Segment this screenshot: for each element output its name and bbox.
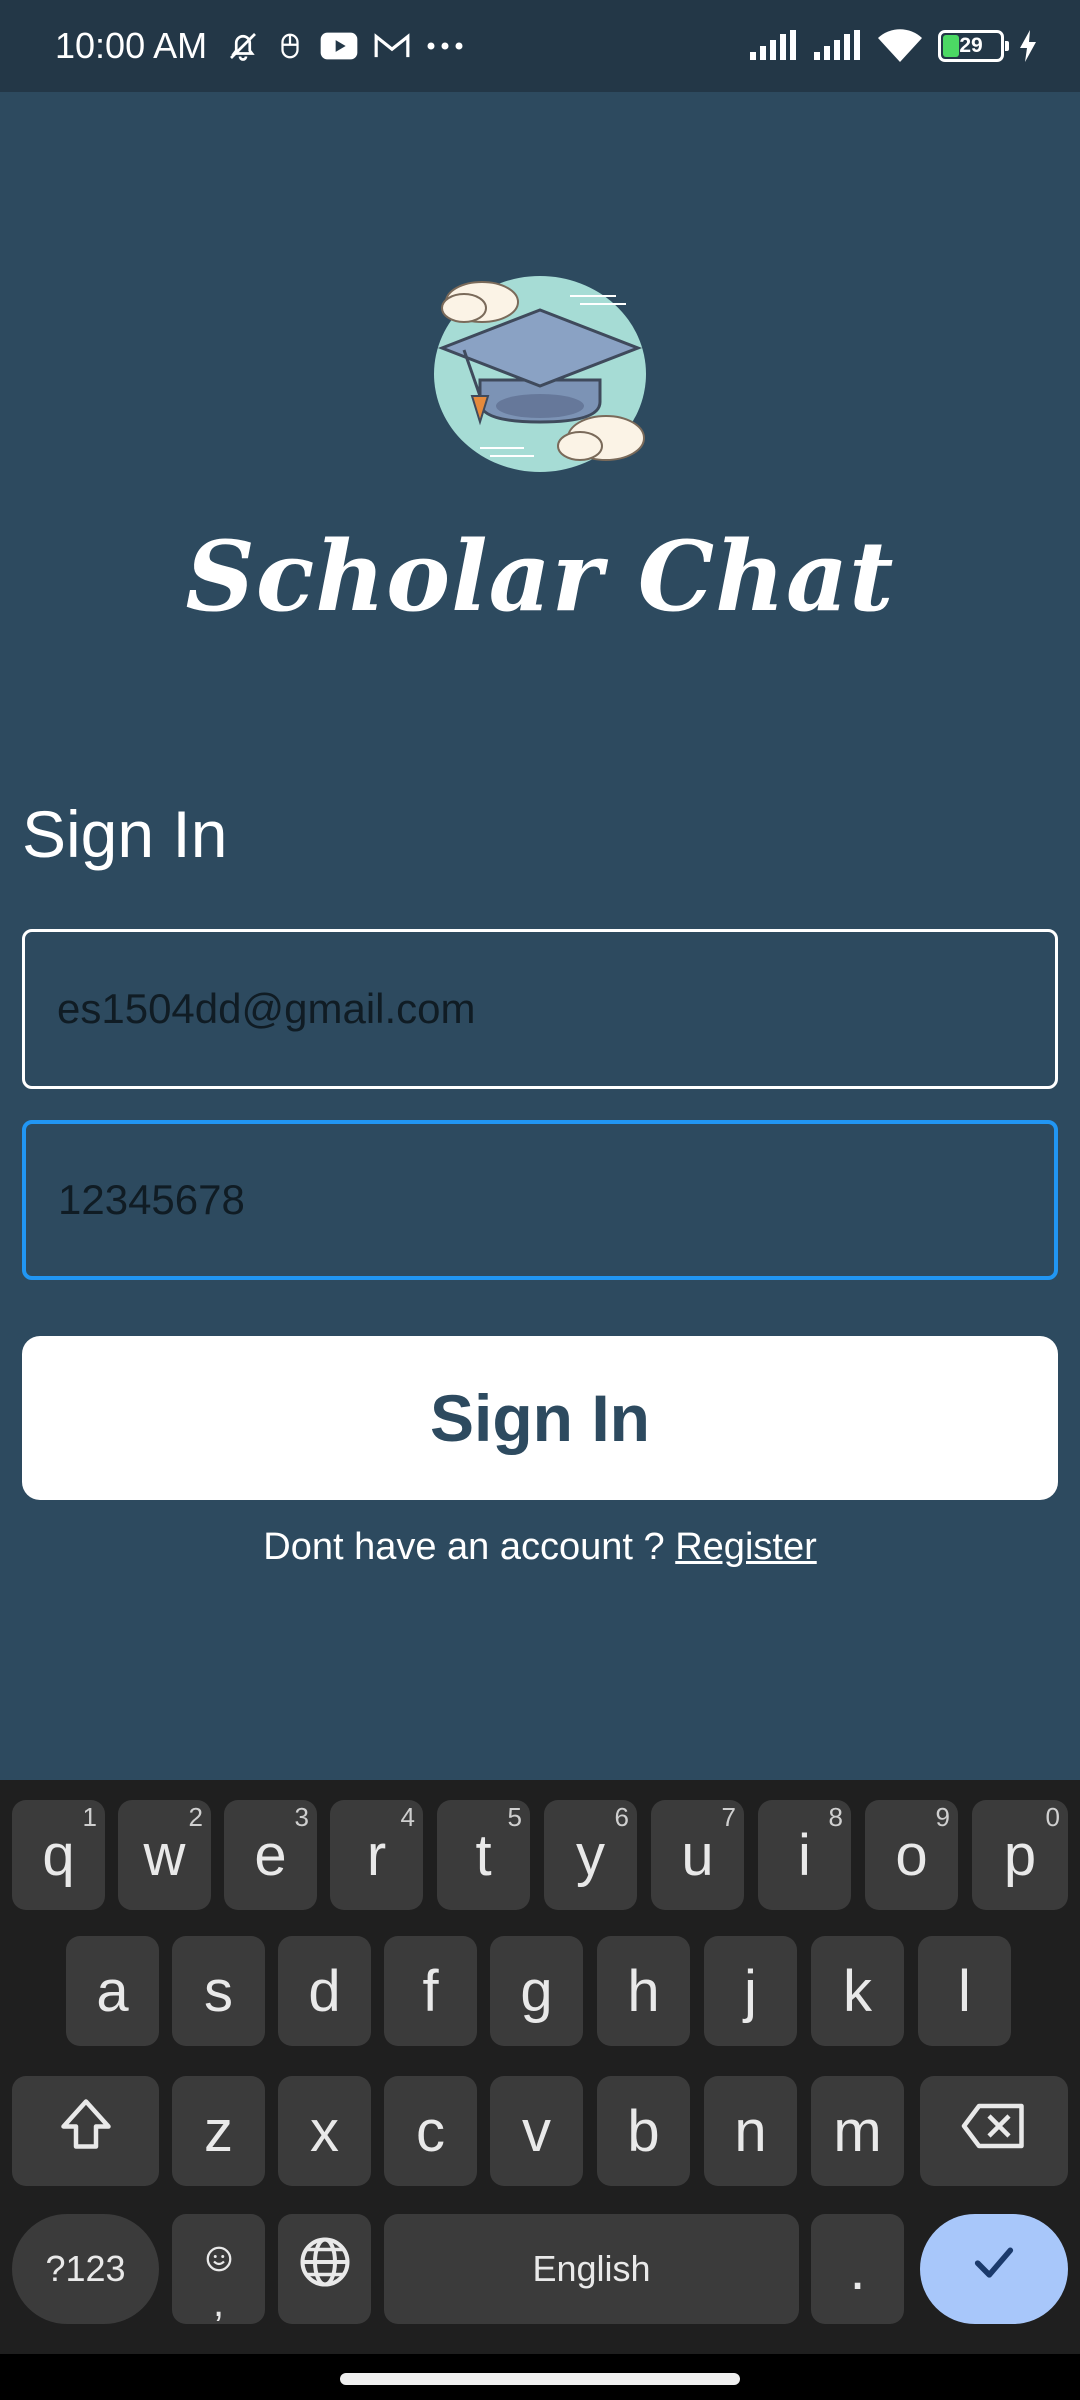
app-title: Scholar Chat <box>185 520 895 633</box>
enter-key[interactable] <box>920 2214 1068 2324</box>
key-y[interactable]: y6 <box>544 1800 637 1910</box>
globe-icon <box>295 2232 355 2306</box>
gmail-icon <box>373 31 411 61</box>
status-time: 10:00 AM <box>55 25 208 66</box>
wifi-icon <box>876 28 924 64</box>
key-a[interactable]: a <box>66 1936 159 2046</box>
signal-icon <box>748 30 798 62</box>
key-c[interactable]: c <box>384 2076 477 2186</box>
battery-fill <box>943 35 959 57</box>
password-field[interactable]: 12345678 <box>22 1120 1058 1280</box>
key-d[interactable]: d <box>278 1936 371 2046</box>
signal-icon <box>812 30 862 62</box>
nav-bar <box>0 2354 1080 2400</box>
status-right: 29 <box>748 28 1038 64</box>
password-value: 12345678 <box>58 1176 245 1223</box>
register-prompt: Dont have an account ? <box>263 1526 665 1568</box>
status-left: 10:00 AM <box>55 25 465 67</box>
shift-icon <box>56 2094 116 2168</box>
keyboard: q1 w2 e3 r4 t5 y6 u7 i8 o9 p0 a s d f g … <box>0 1780 1080 2354</box>
key-q[interactable]: q1 <box>12 1800 105 1910</box>
key-j[interactable]: j <box>704 1936 797 2046</box>
key-s[interactable]: s <box>172 1936 265 2046</box>
key-n[interactable]: n <box>704 2076 797 2186</box>
space-key[interactable]: English <box>384 2214 799 2324</box>
key-p[interactable]: p0 <box>972 1800 1068 1910</box>
more-icon <box>425 40 465 52</box>
key-e[interactable]: e3 <box>224 1800 317 1910</box>
emoji-icon <box>204 2221 234 2288</box>
key-b[interactable]: b <box>597 2076 690 2186</box>
battery-level: 29 <box>959 34 983 57</box>
key-r[interactable]: r4 <box>330 1800 423 1910</box>
key-i[interactable]: i8 <box>758 1800 851 1910</box>
key-w[interactable]: w2 <box>118 1800 211 1910</box>
key-u[interactable]: u7 <box>651 1800 744 1910</box>
backspace-key[interactable] <box>920 2076 1068 2186</box>
battery-icon: 29 <box>938 30 1009 62</box>
key-f[interactable]: f <box>384 1936 477 2046</box>
graduation-cap-icon <box>420 262 660 482</box>
signin-heading: Sign In <box>22 797 228 871</box>
mouse-icon <box>275 29 305 63</box>
symbols-key[interactable]: ?123 <box>12 2214 159 2324</box>
key-x[interactable]: x <box>278 2076 371 2186</box>
youtube-icon <box>319 31 359 61</box>
language-key[interactable] <box>278 2214 371 2324</box>
key-o[interactable]: o9 <box>865 1800 958 1910</box>
email-field[interactable]: es1504dd@gmail.com <box>22 929 1058 1089</box>
shift-key[interactable] <box>12 2076 159 2186</box>
register-line: Dont have an account ? Register <box>0 1526 1080 1569</box>
checkmark-icon <box>966 2234 1022 2304</box>
emoji-comma-key[interactable]: , <box>172 2214 265 2324</box>
key-l[interactable]: l <box>918 1936 1011 2046</box>
period-key[interactable]: . <box>811 2214 904 2324</box>
email-value: es1504dd@gmail.com <box>57 985 476 1032</box>
key-g[interactable]: g <box>490 1936 583 2046</box>
home-indicator[interactable] <box>340 2373 740 2385</box>
backspace-icon <box>959 2098 1029 2165</box>
key-v[interactable]: v <box>490 2076 583 2186</box>
charging-icon <box>1018 30 1038 62</box>
bell-off-icon <box>225 28 261 64</box>
status-bar: 10:00 AM 29 <box>0 0 1080 92</box>
key-k[interactable]: k <box>811 1936 904 2046</box>
key-h[interactable]: h <box>597 1936 690 2046</box>
signin-button[interactable]: Sign In <box>22 1336 1058 1500</box>
key-m[interactable]: m <box>811 2076 904 2186</box>
key-z[interactable]: z <box>172 2076 265 2186</box>
comma-label: , <box>212 2280 225 2325</box>
register-link[interactable]: Register <box>675 1526 817 1568</box>
key-t[interactable]: t5 <box>437 1800 530 1910</box>
